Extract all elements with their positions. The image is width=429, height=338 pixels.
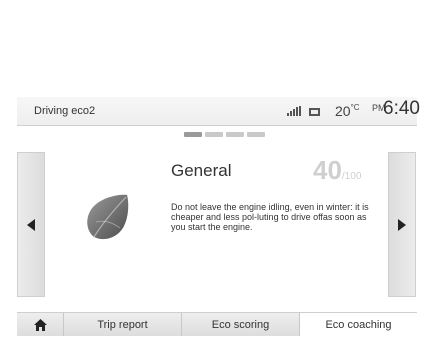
- temperature: 20°C: [335, 103, 360, 119]
- page-dot-2: [205, 132, 223, 137]
- signal-icon: [287, 106, 301, 116]
- eco-leaf-icon: [87, 194, 129, 240]
- score-value: 40: [313, 155, 342, 185]
- battery-icon: [309, 108, 320, 116]
- score-max: /100: [341, 171, 362, 182]
- previous-button[interactable]: [17, 152, 45, 297]
- page-dot-3: [226, 132, 244, 137]
- tab-eco-scoring[interactable]: Eco scoring: [182, 313, 300, 336]
- app-title: Driving eco2: [34, 105, 96, 117]
- eco-score: 40/100: [313, 155, 361, 186]
- clock: 6:40: [383, 98, 420, 119]
- advice-text: Do not leave the engine idling, even in …: [171, 202, 369, 232]
- page-dot-4: [247, 132, 265, 137]
- tab-bar: Trip report Eco scoring Eco coaching: [17, 312, 417, 336]
- page-indicator: [184, 132, 265, 138]
- chevron-left-icon: [27, 219, 35, 231]
- temperature-unit: °C: [350, 103, 360, 112]
- tab-trip-report[interactable]: Trip report: [64, 313, 182, 336]
- status-bar: Driving eco2 20°C PM 6:40: [17, 97, 420, 126]
- chevron-right-icon: [398, 219, 406, 231]
- home-icon: [33, 318, 47, 331]
- advice-title: General: [171, 161, 232, 180]
- home-button[interactable]: [17, 313, 64, 336]
- tab-eco-coaching[interactable]: Eco coaching: [300, 313, 417, 336]
- page-dot-1: [184, 132, 202, 137]
- next-button[interactable]: [388, 152, 416, 297]
- eco-driving-screen: Driving eco2 20°C PM 6:40 General 40/100…: [0, 0, 429, 338]
